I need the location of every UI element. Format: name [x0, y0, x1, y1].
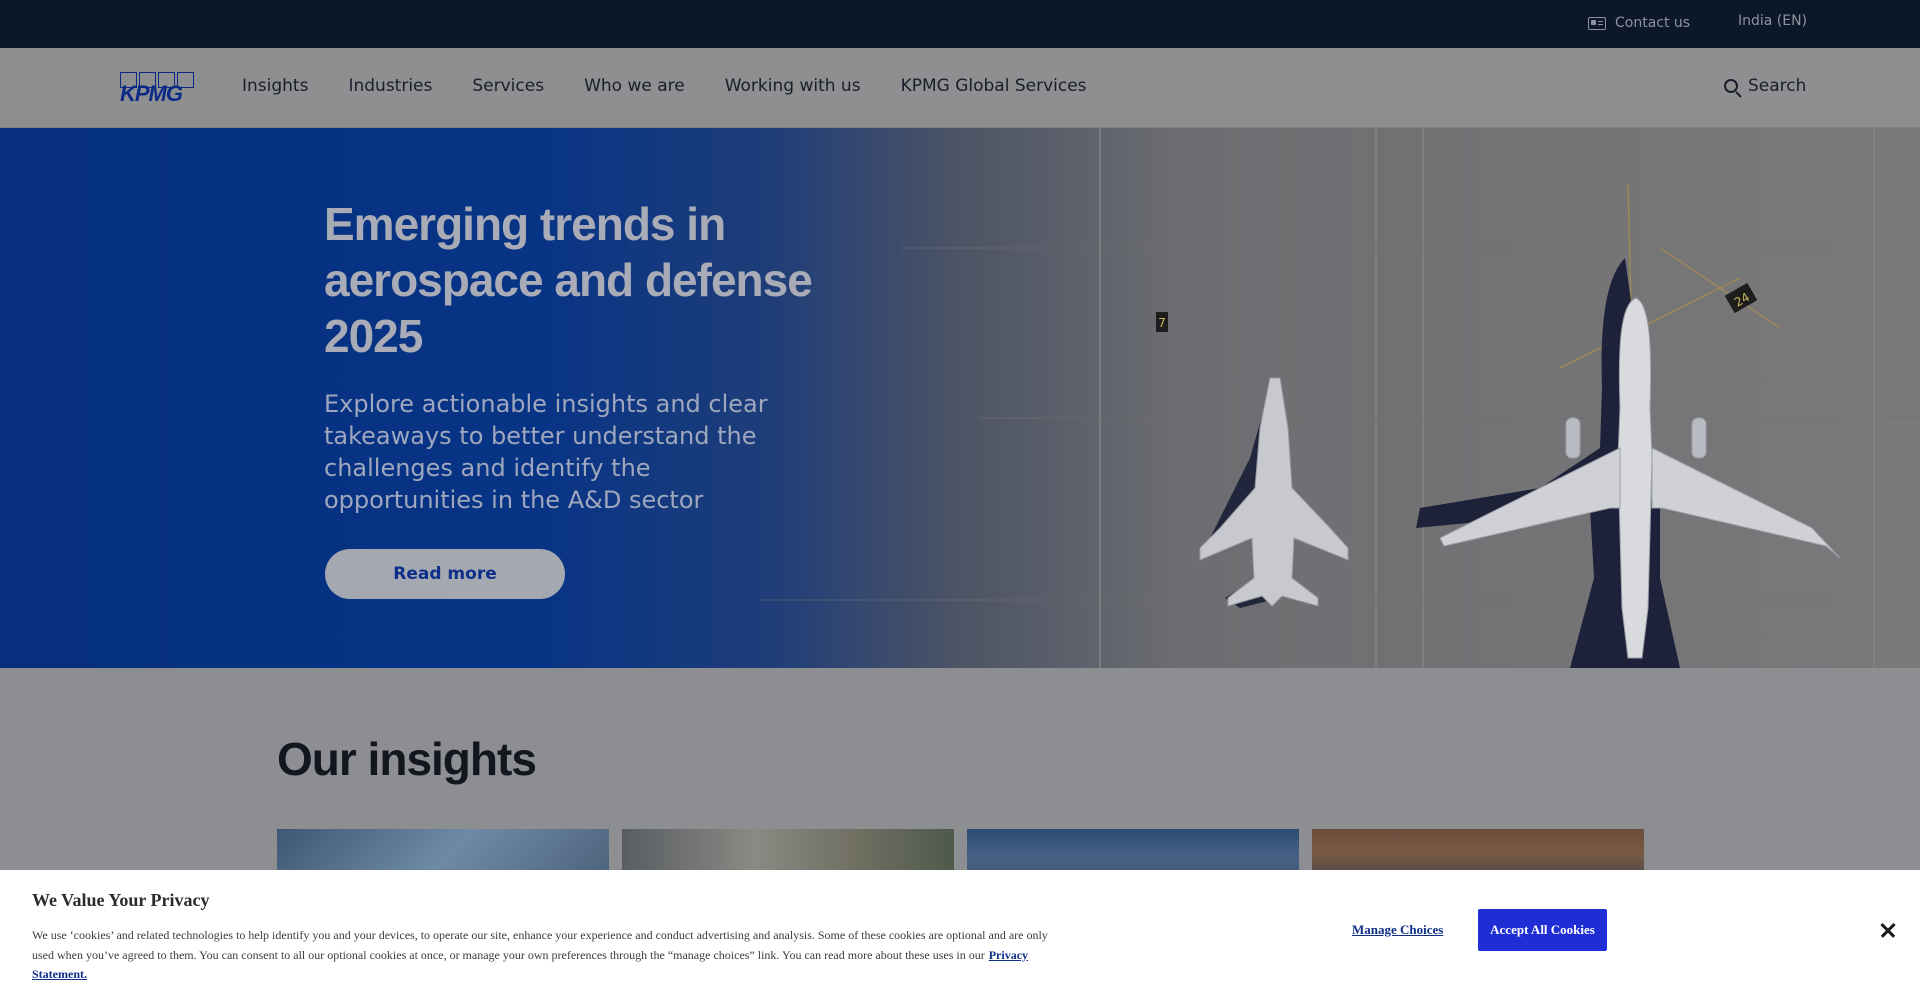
contact-card-icon — [1588, 16, 1606, 30]
logo-wordmark: KPMG — [120, 81, 183, 106]
cookie-banner-text: We use ‘cookies’ and related technologie… — [32, 926, 1062, 985]
utility-bar: Contact us India (EN) — [0, 0, 1920, 48]
contact-us-link[interactable]: Contact us — [1588, 15, 1690, 31]
nav-item-working-with-us[interactable]: Working with us — [725, 76, 861, 96]
manage-choices-button[interactable]: Manage Choices — [1352, 922, 1443, 938]
cookie-banner: We Value Your Privacy We use ‘cookies’ a… — [0, 870, 1920, 993]
nav-item-kpmg-global-services[interactable]: KPMG Global Services — [901, 76, 1087, 96]
nav-menu: Insights Industries Services Who we are … — [242, 76, 1127, 96]
main-navigation: KPMG Insights Industries Services Who we… — [0, 48, 1920, 128]
accept-all-cookies-button[interactable]: Accept All Cookies — [1478, 909, 1607, 951]
search-icon — [1724, 79, 1738, 93]
nav-item-who-we-are[interactable]: Who we are — [584, 76, 685, 96]
search-button[interactable]: Search — [1724, 76, 1806, 96]
contact-us-label: Contact us — [1615, 15, 1691, 31]
read-more-button[interactable]: Read more — [325, 549, 565, 599]
close-icon[interactable] — [1876, 918, 1900, 942]
nav-item-insights[interactable]: Insights — [242, 76, 308, 96]
cookie-banner-title: We Value Your Privacy — [32, 890, 210, 910]
search-label: Search — [1748, 76, 1807, 96]
nav-item-services[interactable]: Services — [472, 76, 544, 96]
cookie-banner-body: We use ‘cookies’ and related technologie… — [32, 928, 1048, 962]
insights-heading: Our insights — [277, 733, 537, 785]
locale-selector[interactable]: India (EN) — [1738, 13, 1807, 29]
hero-title: Emerging trends in aerospace and defense… — [324, 198, 813, 362]
nav-item-industries[interactable]: Industries — [348, 76, 432, 96]
stand-label-7: 7 — [1158, 316, 1166, 330]
hero-banner: 7 24 Emerging trends in aerospace and de… — [0, 128, 1920, 668]
kpmg-logo[interactable]: KPMG — [120, 72, 202, 106]
hero-description: Explore actionable insights and clear ta… — [324, 390, 768, 514]
hero-image-aircraft: 7 24 — [760, 128, 1920, 668]
